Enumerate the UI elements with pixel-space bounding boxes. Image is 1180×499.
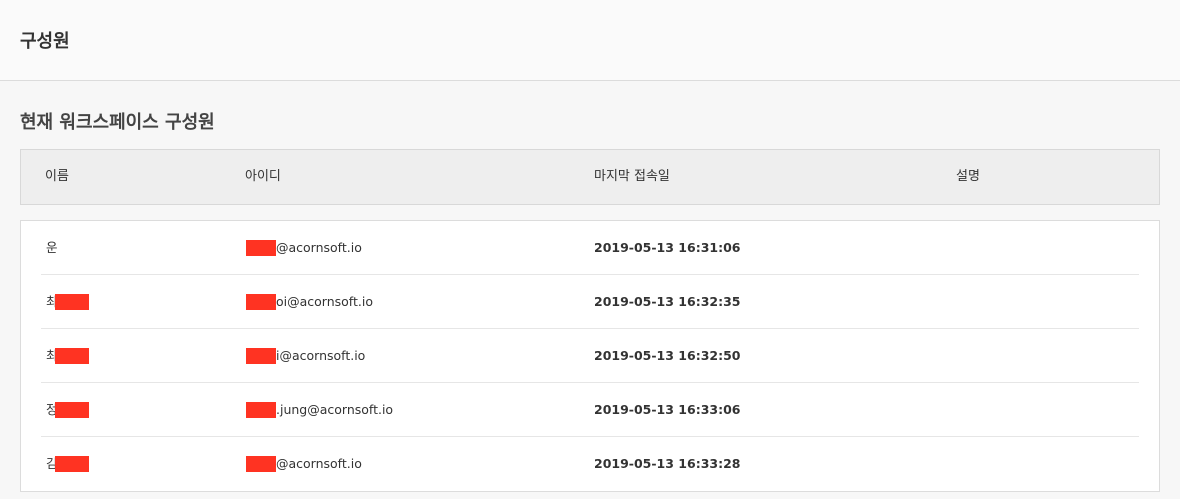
table-row[interactable]: 운 @acornsoft.io 2019-05-13 16:31:06 [41, 221, 1139, 275]
member-id: @acornsoft.io [246, 437, 362, 491]
member-last-access: 2019-05-13 16:33:28 [594, 456, 741, 471]
redaction-block [54, 293, 89, 310]
table-row[interactable]: 최 oi@acornsoft.io 2019-05-13 16:32:35 [41, 275, 1139, 329]
page-header: 구성원 [0, 0, 1180, 81]
member-name: 최 [46, 329, 89, 383]
column-header-description[interactable]: 설명 [956, 150, 980, 204]
member-last-access: 2019-05-13 16:31:06 [594, 240, 741, 255]
table-row[interactable]: 김 @acornsoft.io 2019-05-13 16:33:28 [41, 437, 1139, 491]
table-header: 이름 아이디 마지막 접속일 설명 [20, 149, 1160, 205]
redaction-block [54, 401, 89, 418]
member-id: oi@acornsoft.io [246, 275, 373, 329]
member-last-access: 2019-05-13 16:32:50 [594, 348, 741, 363]
redaction-block [246, 455, 276, 472]
redaction-block [54, 455, 89, 472]
column-header-last-access[interactable]: 마지막 접속일 [594, 150, 670, 204]
column-header-name[interactable]: 이름 [45, 150, 69, 204]
member-id: @acornsoft.io [246, 221, 362, 275]
member-last-access: 2019-05-13 16:32:35 [594, 294, 741, 309]
redaction-block [54, 347, 89, 364]
column-header-id[interactable]: 아이디 [245, 150, 281, 204]
member-name: 정 [46, 383, 89, 437]
section-title: 현재 워크스페이스 구성원 [20, 112, 215, 133]
redaction-block [246, 347, 276, 364]
member-id: .jung@acornsoft.io [246, 383, 393, 437]
member-table-body: 운 @acornsoft.io 2019-05-13 16:31:06 최 oi… [20, 220, 1160, 492]
page-title: 구성원 [20, 31, 70, 52]
member-last-access: 2019-05-13 16:33:06 [594, 402, 741, 417]
member-id: i@acornsoft.io [246, 329, 365, 383]
table-row[interactable]: 최 i@acornsoft.io 2019-05-13 16:32:50 [41, 329, 1139, 383]
member-name: 김 [46, 437, 89, 491]
redaction-block [246, 239, 276, 256]
member-name: 최 [46, 275, 89, 329]
table-row[interactable]: 정 .jung@acornsoft.io 2019-05-13 16:33:06 [41, 383, 1139, 437]
member-name: 운 [46, 240, 58, 255]
redaction-block [246, 401, 276, 418]
redaction-block [246, 293, 276, 310]
